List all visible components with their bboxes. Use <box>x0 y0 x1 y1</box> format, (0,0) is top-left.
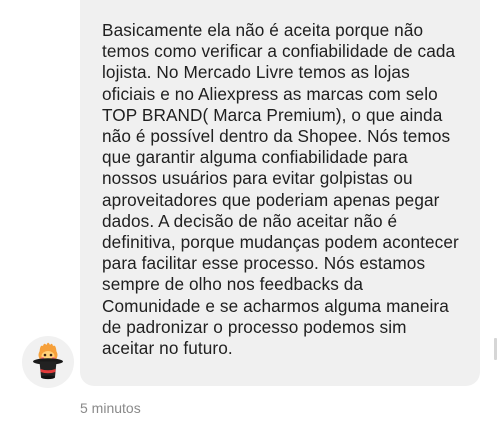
message-text: Basicamente ela não é aceita porque não … <box>102 20 459 359</box>
chat-thread: Basicamente ela não é aceita porque não … <box>0 0 500 424</box>
avatar[interactable] <box>22 336 74 388</box>
message-bubble: Basicamente ela não é aceita porque não … <box>80 0 480 386</box>
scrollbar-indicator[interactable] <box>494 338 497 360</box>
magic-hat-icon <box>33 342 63 380</box>
message-timestamp: 5 minutos <box>80 400 141 416</box>
